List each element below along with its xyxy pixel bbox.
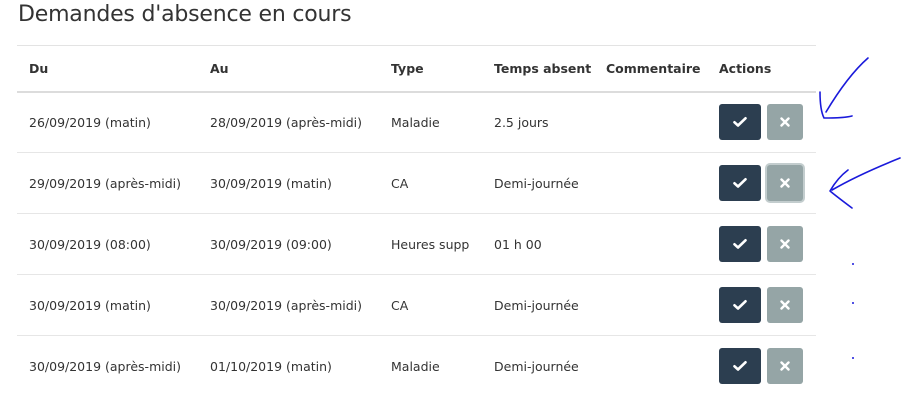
cell-actions (707, 336, 816, 397)
approve-button[interactable] (719, 165, 761, 201)
cell-type: CA (391, 297, 409, 313)
table-row: 30/09/2019 (08:00) 30/09/2019 (09:00) He… (17, 214, 816, 275)
check-icon (733, 178, 747, 188)
close-icon (780, 361, 790, 371)
reject-button[interactable] (767, 287, 803, 323)
header-du: Du (29, 60, 49, 76)
header-type: Type (391, 60, 424, 76)
table-header-row: Du Au Type Temps absent Commentaire Acti… (17, 45, 816, 92)
cell-temps-absent: Demi-journée (494, 358, 579, 374)
absence-requests-table: Du Au Type Temps absent Commentaire Acti… (17, 45, 816, 397)
table-row: 30/09/2019 (matin) 30/09/2019 (après-mid… (17, 275, 816, 336)
annotation-arrow-1 (819, 57, 869, 119)
cell-type: Heures supp (391, 236, 470, 252)
approve-button[interactable] (719, 287, 761, 323)
table-row: 29/09/2019 (après-midi) 30/09/2019 (mati… (17, 153, 816, 214)
cell-commentaire (594, 153, 707, 214)
close-icon (780, 239, 790, 249)
reject-button[interactable] (767, 348, 803, 385)
cell-type: Maladie (391, 358, 440, 374)
cell-actions (707, 214, 816, 275)
cell-actions (707, 275, 816, 336)
cell-temps-absent: Demi-journée (494, 175, 579, 191)
cell-temps-absent: Demi-journée (494, 297, 579, 313)
close-icon (780, 300, 790, 310)
cell-du: 30/09/2019 (08:00) (29, 236, 151, 252)
cell-commentaire (594, 336, 707, 397)
table-row: 30/09/2019 (après-midi) 01/10/2019 (mati… (17, 336, 816, 397)
cell-au: 30/09/2019 (09:00) (210, 236, 332, 252)
cell-commentaire (594, 214, 707, 275)
cell-du: 30/09/2019 (après-midi) (29, 358, 182, 374)
reject-button[interactable] (767, 165, 803, 201)
cell-au: 01/10/2019 (matin) (210, 358, 332, 374)
approve-button[interactable] (719, 348, 761, 385)
cell-type: CA (391, 175, 409, 191)
check-icon (733, 117, 747, 128)
cell-temps-absent: 2.5 jours (494, 114, 549, 130)
annotation-arrow-2 (829, 157, 901, 209)
cell-commentaire (594, 92, 707, 153)
cell-temps-absent: 01 h 00 (494, 236, 542, 252)
header-commentaire: Commentaire (606, 60, 701, 76)
close-icon (780, 178, 790, 188)
cell-actions (707, 153, 816, 214)
annotation-dot (852, 302, 854, 304)
cell-au: 28/09/2019 (après-midi) (210, 114, 363, 130)
check-icon (733, 239, 747, 249)
cell-commentaire (594, 275, 707, 336)
cell-du: 26/09/2019 (matin) (29, 114, 151, 130)
cell-au: 30/09/2019 (après-midi) (210, 297, 363, 313)
annotation-dot (852, 357, 854, 359)
reject-button[interactable] (767, 104, 803, 141)
cell-au: 30/09/2019 (matin) (210, 175, 332, 191)
cell-du: 30/09/2019 (matin) (29, 297, 151, 313)
header-temps-absent: Temps absent (494, 60, 592, 76)
approve-button[interactable] (719, 226, 761, 262)
cell-actions (707, 92, 816, 153)
approve-button[interactable] (719, 104, 761, 141)
check-icon (733, 361, 747, 372)
header-au: Au (210, 60, 229, 76)
annotation-dot (852, 263, 854, 265)
table-row: 26/09/2019 (matin) 28/09/2019 (après-mid… (17, 92, 816, 153)
header-actions: Actions (719, 60, 772, 76)
page-title: Demandes d'absence en cours (18, 2, 352, 27)
reject-button[interactable] (767, 226, 803, 262)
close-icon (780, 117, 790, 127)
check-icon (733, 300, 747, 310)
cell-type: Maladie (391, 114, 440, 130)
cell-du: 29/09/2019 (après-midi) (29, 175, 182, 191)
